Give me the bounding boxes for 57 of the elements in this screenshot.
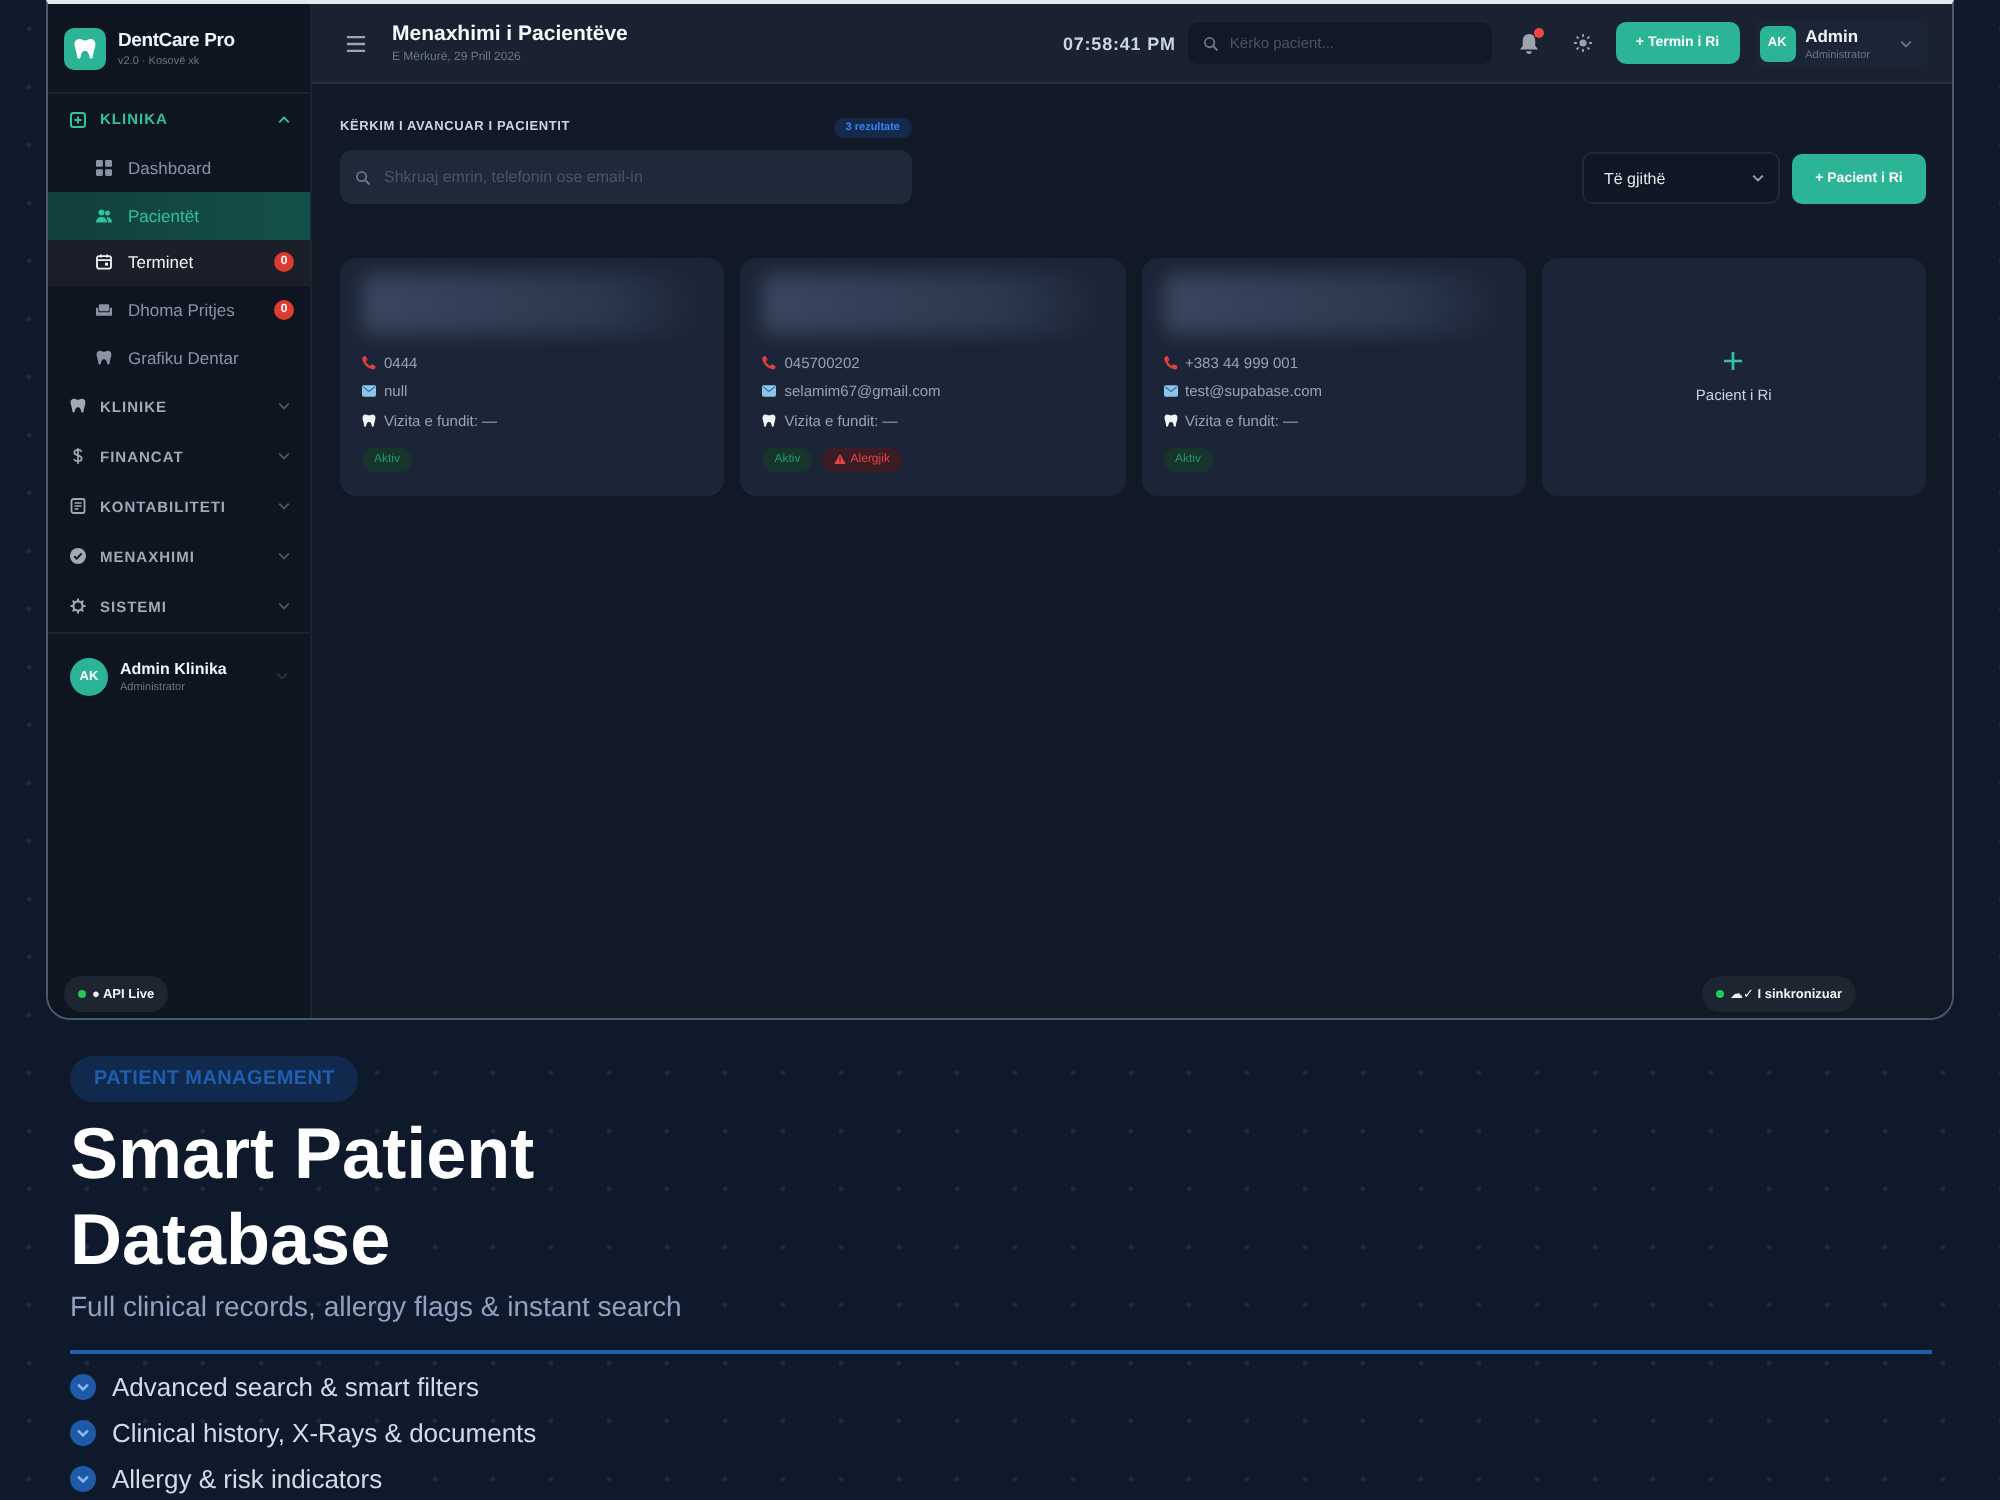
chevron-icon xyxy=(1900,39,1912,47)
tooth-icon xyxy=(1163,413,1177,428)
sofa-icon xyxy=(96,302,112,319)
phone-icon xyxy=(362,355,376,370)
envelope-icon xyxy=(1163,384,1177,399)
feature-subtitle: Full clinical records, allergy flags & instant search xyxy=(70,1288,682,1324)
phone-icon xyxy=(1163,355,1177,370)
chevron-icon xyxy=(278,602,290,611)
page-title: Menaxhimi i Pacientëve xyxy=(392,22,628,46)
tooth-icon xyxy=(96,350,112,367)
dollar-icon xyxy=(70,448,86,465)
user-name: Admin Klinika xyxy=(120,659,229,678)
brand-name: DentCare Pro xyxy=(118,29,235,51)
category-label: PATIENT MANAGEMENT xyxy=(70,1056,359,1102)
notification-icon[interactable] xyxy=(1519,33,1538,53)
chevron-icon xyxy=(276,672,288,681)
envelope-icon xyxy=(762,384,777,399)
tooth-icon xyxy=(70,398,86,415)
chevron-icon xyxy=(278,552,290,561)
search-icon xyxy=(356,170,370,184)
plus-icon xyxy=(1724,351,1743,369)
nav-item[interactable]: Grafiku Dentar xyxy=(48,334,310,382)
menu-icon[interactable] xyxy=(346,35,366,51)
status-dot-icon xyxy=(78,990,86,998)
check-circle-icon xyxy=(70,548,86,565)
tooth-icon xyxy=(362,413,376,428)
chevron-icon xyxy=(278,502,290,511)
feature-title: Smart Patient Database xyxy=(70,1110,537,1282)
document-icon xyxy=(70,498,86,515)
filter-dropdown[interactable]: Të gjithë xyxy=(1582,152,1780,204)
status-dot-icon xyxy=(1715,990,1724,998)
tooth-logo-icon xyxy=(64,27,106,69)
users-icon xyxy=(96,207,112,224)
envelope-icon xyxy=(362,384,376,399)
tooth-icon xyxy=(762,413,777,428)
warning-icon xyxy=(834,454,847,464)
settings-icon xyxy=(70,598,86,615)
feature-bullet: Clinical history, X-Rays & documents xyxy=(112,1418,537,1448)
chevron-icon xyxy=(278,402,290,411)
chevron-icon xyxy=(1752,174,1764,182)
phone-icon xyxy=(762,355,777,370)
user-name: Admin xyxy=(1805,25,1861,45)
search-icon xyxy=(1203,36,1218,50)
hospital-icon xyxy=(70,111,86,127)
chevron-icon xyxy=(278,115,290,123)
chevron-circle-icon xyxy=(70,1374,96,1400)
nav-item[interactable]: Pacientët xyxy=(48,191,310,240)
chevron-circle-icon xyxy=(70,1466,96,1492)
chevron-icon xyxy=(278,452,290,461)
feature-bullet: Advanced search & smart filters xyxy=(112,1372,480,1402)
calendar-icon xyxy=(96,254,112,271)
clock: 07:58:41 PM xyxy=(1062,33,1176,53)
grid-icon xyxy=(96,159,112,176)
nav-item[interactable]: Dashboard xyxy=(48,144,310,192)
feature-bullet: Allergy & risk indicators xyxy=(112,1464,383,1494)
sun-icon[interactable] xyxy=(1573,34,1592,52)
chevron-circle-icon xyxy=(70,1420,96,1446)
